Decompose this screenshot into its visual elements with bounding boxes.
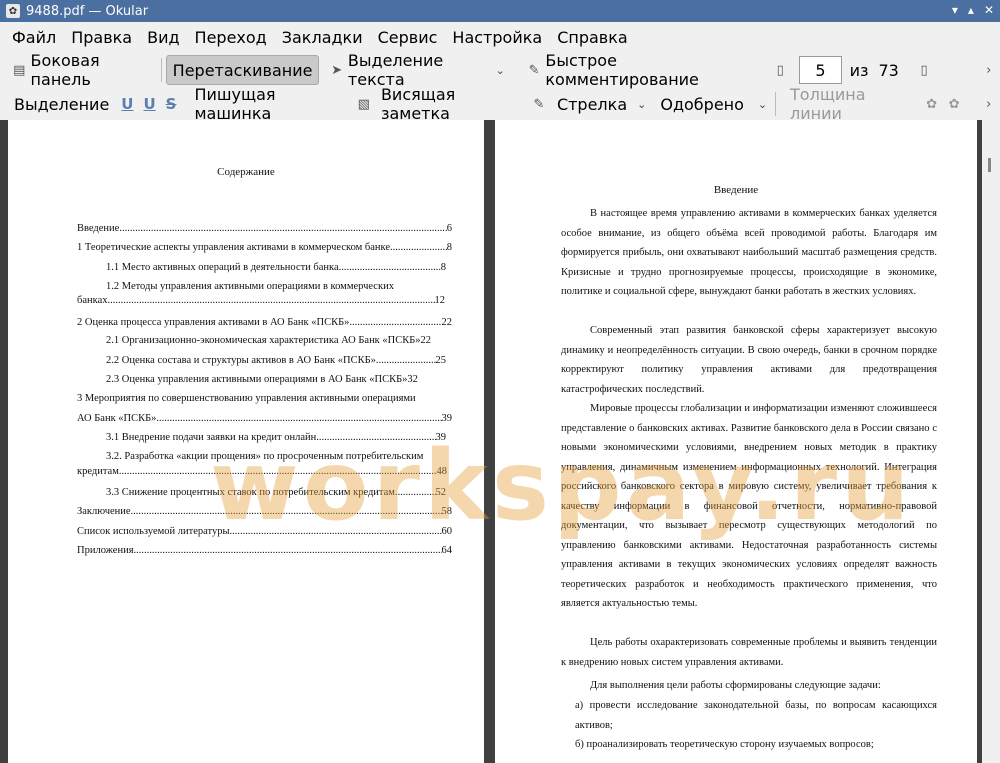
menu-bar: Файл Правка Вид Переход Закладки Сервис …: [0, 22, 1000, 52]
chevron-down-icon[interactable]: ⌄: [758, 98, 767, 111]
okular-app-icon[interactable]: ✿: [6, 4, 20, 18]
main-toolbar: ▤ Боковая панель Перетаскивание ➤ Выделе…: [0, 51, 1000, 89]
arrow-button[interactable]: ✎ Стрелка ⌄: [527, 90, 650, 118]
previous-page-icon[interactable]: ▯: [773, 62, 788, 78]
page-of-label: из: [849, 60, 869, 80]
pdf-page-toc: Содержание Введение ....................…: [8, 120, 484, 763]
toc-entry[interactable]: 1 Теоретические аспекты управления актив…: [77, 241, 452, 254]
line-width-button[interactable]: Толщина линии: [786, 85, 914, 123]
pdf-page-introduction: Введение В настоящее время управлению ак…: [495, 120, 977, 763]
chevron-down-icon[interactable]: ⌄: [637, 98, 646, 111]
pen-icon: ✎: [528, 62, 540, 78]
paragraph: В настоящее время управлению активами в …: [561, 208, 937, 297]
toc-entry[interactable]: Заключение .............................…: [77, 505, 452, 518]
paragraph: Цель работы охарактеризовать современные…: [561, 637, 937, 668]
menu-file[interactable]: Файл: [12, 28, 56, 47]
toc-entry[interactable]: 3.1 Внедрение подачи заявки на кредит он…: [106, 431, 446, 444]
menu-bookmarks[interactable]: Закладки: [282, 28, 363, 47]
window-title: 9488.pdf — Okular: [26, 3, 149, 19]
line-width-label: Толщина линии: [790, 85, 866, 123]
toc-entry[interactable]: 3.3 Снижение процентных ставок по потреб…: [106, 486, 446, 499]
chevron-down-icon[interactable]: ⌄: [496, 64, 505, 77]
stamp-button[interactable]: Одобрено ⌄: [656, 90, 771, 118]
toc-title: Содержание: [217, 166, 275, 178]
scrollbar-thumb[interactable]: [988, 158, 991, 172]
cursor-arrow-icon: ➤: [331, 62, 343, 78]
close-icon[interactable]: ✕: [984, 3, 994, 17]
strikeout-icon[interactable]: S: [166, 95, 177, 113]
toc-entry[interactable]: 3 Мероприятия по совершенствованию управ…: [77, 392, 452, 405]
sidebar-icon: ▤: [13, 62, 26, 78]
toc-entry[interactable]: 2.1 Организационно-экономическая характе…: [106, 334, 461, 347]
menu-settings[interactable]: Настройка: [452, 28, 542, 47]
menu-tools[interactable]: Сервис: [378, 28, 438, 47]
arrow-label: Стрелка: [556, 94, 628, 114]
list-item: а) провести исследование законодательной…: [575, 700, 937, 731]
menu-go[interactable]: Переход: [195, 28, 267, 47]
highlight-button[interactable]: Выделение: [10, 90, 113, 118]
menu-help[interactable]: Справка: [557, 28, 628, 47]
intro-title: Введение: [713, 184, 759, 196]
squiggle-underline-icon[interactable]: U: [143, 95, 155, 113]
title-bar: ✿ 9488.pdf — Okular ▾ ▴ ✕: [0, 0, 1000, 22]
annotation-toolbar: Выделение U U S Пишущая машинка ▧ Висяща…: [0, 85, 1000, 123]
toc-entry[interactable]: 2 Оценка процесса управления активами в …: [77, 316, 452, 329]
sidebar-button[interactable]: ▤ Боковая панель: [8, 51, 157, 89]
text-select-label: Выделение текста: [347, 51, 444, 89]
highlight-label: Выделение: [14, 94, 110, 114]
overflow-chevron-icon[interactable]: ›: [981, 96, 996, 112]
window-controls: ▾ ▴ ✕: [952, 3, 994, 17]
toc-entry[interactable]: 1.2 Методы управления активными операция…: [106, 280, 446, 293]
underline-icon[interactable]: U: [121, 95, 133, 113]
list-item: б) проанализировать теоретическую сторон…: [575, 739, 874, 750]
typewriter-label: Пишущая машинка: [194, 85, 276, 123]
toolbar-separator: [160, 58, 162, 82]
toolbar-separator: [775, 92, 777, 116]
page-number-input[interactable]: 5: [799, 56, 842, 84]
drag-mode-label: Перетаскивание: [172, 60, 313, 80]
paragraph: Для выполнения цели работы сформированы …: [590, 680, 881, 691]
color-icon[interactable]: ✿: [924, 96, 939, 112]
toc-entry[interactable]: Введение ...............................…: [77, 222, 452, 235]
toc-entry[interactable]: 2.3 Оценка управления активными операция…: [106, 373, 446, 386]
vertical-scrollbar[interactable]: [982, 120, 1000, 763]
toc-entry[interactable]: банках .................................…: [77, 294, 445, 307]
paragraph: Современный этап развития банковской сфе…: [561, 325, 937, 395]
menu-edit[interactable]: Правка: [71, 28, 132, 47]
toc-entry[interactable]: Приложения .............................…: [77, 544, 452, 557]
quick-annotation-button[interactable]: ✎ Быстрое комментирование: [523, 51, 759, 89]
toc-entry[interactable]: АО Банк «ПСКБ» .........................…: [77, 412, 452, 425]
arrow-pen-icon: ✎: [533, 96, 545, 112]
note-icon: ▧: [357, 96, 370, 112]
toc-entry[interactable]: 2.2 Оценка состава и структуры активов в…: [106, 354, 446, 367]
minimize-icon[interactable]: ▾: [952, 3, 958, 17]
text-select-button[interactable]: ➤ Выделение текста ⌄: [325, 51, 508, 89]
toc-entry[interactable]: 3.2. Разработка «акции прощения» по прос…: [106, 450, 451, 463]
document-view[interactable]: Содержание Введение ....................…: [0, 120, 1000, 763]
quick-annotation-label: Быстрое комментирование: [545, 51, 699, 89]
typewriter-button[interactable]: Пишущая машинка: [190, 85, 346, 123]
drag-mode-button[interactable]: Перетаскивание: [165, 55, 320, 85]
overflow-chevron-icon[interactable]: ›: [981, 62, 996, 78]
stamp-label: Одобрено: [660, 94, 744, 114]
toc-entry[interactable]: кредитам ...............................…: [77, 465, 447, 478]
next-page-icon[interactable]: ▯: [917, 62, 932, 78]
opacity-icon[interactable]: ✿: [947, 96, 962, 112]
toc-entry[interactable]: Список используемой литературы .........…: [77, 525, 452, 538]
sidebar-label: Боковая панель: [30, 51, 100, 89]
paragraph: Мировые процессы глобализации и информат…: [561, 403, 937, 609]
popup-note-label: Висящая заметка: [380, 85, 456, 123]
toc-entry[interactable]: 1.1 Место активных операций в деятельнос…: [106, 261, 446, 274]
popup-note-button[interactable]: ▧ Висящая заметка: [353, 85, 519, 123]
page-total: 73: [878, 60, 899, 80]
menu-view[interactable]: Вид: [147, 28, 179, 47]
maximize-icon[interactable]: ▴: [968, 3, 974, 17]
